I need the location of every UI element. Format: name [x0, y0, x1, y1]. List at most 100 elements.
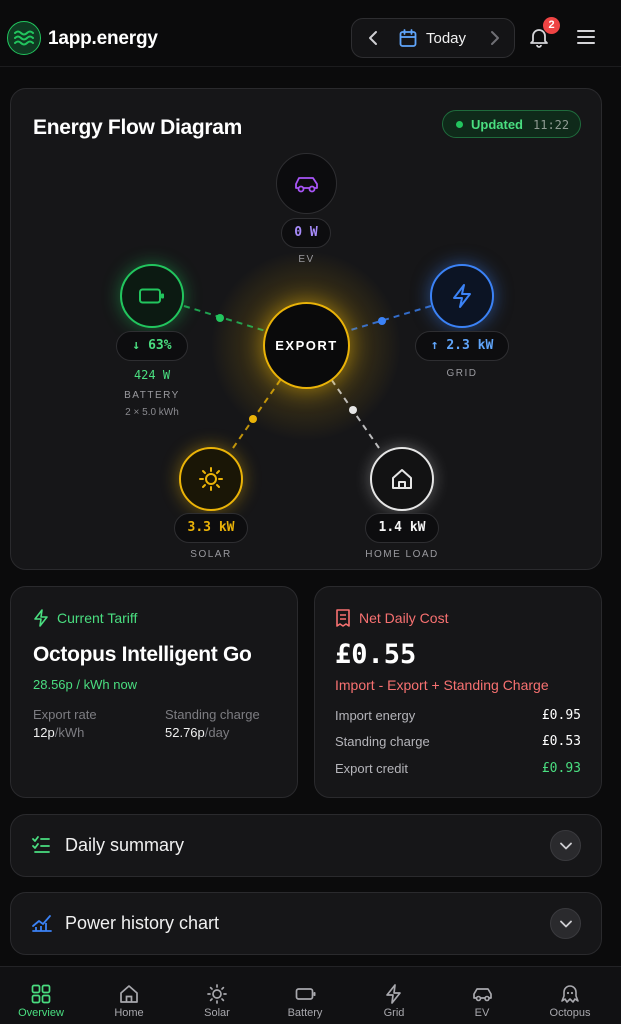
bottom-nav: Overview Home Solar Battery Grid EV Octo… [0, 966, 621, 1024]
export-rate-number: 12p [33, 725, 55, 740]
date-label[interactable]: Today [426, 30, 466, 47]
cost-row-label: Standing charge [335, 734, 430, 749]
grid-power: 2.3 kW [446, 338, 494, 353]
solar-caption: SOLAR [190, 549, 232, 560]
cost-row-value: £0.93 [541, 761, 581, 776]
cost-heading-row: Net Daily Cost [335, 609, 448, 627]
tariff-rate-now: 28.56p / kWh now [33, 677, 138, 692]
net-cost-total: £0.55 [335, 639, 417, 670]
checklist-icon [32, 836, 50, 853]
house-icon [120, 985, 138, 1003]
net-daily-cost-card: Net Daily Cost £0.55 Import - Export + S… [314, 586, 602, 798]
nav-label: Battery [287, 1007, 323, 1019]
standing-charge-value: 52.76p/day [165, 725, 229, 740]
cost-formula: Import - Export + Standing Charge [335, 677, 549, 693]
cost-heading: Net Daily Cost [359, 610, 449, 626]
nav-solar[interactable]: Solar [173, 967, 261, 1024]
expand-button[interactable] [550, 908, 581, 939]
nav-label: Grid [383, 1007, 405, 1019]
battery-caption: BATTERY [124, 390, 180, 401]
standing-charge-label: Standing charge [165, 707, 260, 722]
home-caption: HOME LOAD [365, 549, 439, 560]
nav-overview[interactable]: Overview [0, 967, 85, 1024]
lightning-icon [34, 609, 48, 627]
lightning-icon [453, 284, 471, 308]
car-icon [294, 176, 318, 192]
octopus-icon [561, 985, 579, 1003]
nav-grid[interactable]: Grid [350, 967, 438, 1024]
nav-label: Solar [204, 1007, 230, 1019]
daily-summary-title: Daily summary [65, 835, 185, 855]
brand-name: 1app.energy [48, 28, 158, 49]
receipt-icon [336, 609, 350, 627]
tariff-heading: Current Tariff [57, 610, 138, 626]
notification-badge: 2 [543, 17, 560, 34]
nav-label: Home [114, 1007, 144, 1019]
current-tariff-card: Current Tariff Octopus Intelligent Go 28… [10, 586, 298, 798]
cost-row-standing: Standing charge £0.53 [335, 734, 581, 749]
power-history-title: Power history chart [65, 913, 220, 933]
solar-flow-dot [249, 415, 257, 423]
standing-charge-unit: /day [204, 725, 230, 740]
battery-soc-pill: ↓ 63% [116, 331, 188, 361]
nav-ev[interactable]: EV [438, 967, 526, 1024]
tariff-name: Octopus Intelligent Go [33, 643, 252, 666]
grid-flow-dot [378, 317, 386, 325]
sun-icon [199, 467, 223, 491]
ev-power-pill: 0 W [281, 218, 331, 248]
nav-battery[interactable]: Battery [261, 967, 349, 1024]
waves-logo-icon [14, 30, 34, 46]
house-icon [392, 469, 412, 489]
chevron-left-icon[interactable] [366, 29, 382, 47]
battery-node[interactable] [120, 264, 184, 328]
export-rate-unit: /kWh [54, 725, 85, 740]
cost-row-label: Export credit [335, 761, 408, 776]
expand-button[interactable] [550, 830, 581, 861]
grid-power-pill: ↑ 2.3 kW [415, 331, 509, 361]
export-rate-value: 12p/kWh [33, 725, 84, 740]
solar-power-pill: 3.3 kW [174, 513, 248, 543]
battery-icon [139, 288, 164, 304]
battery-capacity: 2 × 5.0 kWh [125, 407, 179, 418]
nav-label: Octopus [549, 1007, 591, 1019]
bar-chart-icon [32, 915, 52, 932]
home-flow-dot [349, 406, 357, 414]
chevron-down-icon [559, 842, 572, 849]
daily-summary-accordion[interactable]: Daily summary [10, 814, 602, 877]
lightning-icon [386, 984, 401, 1004]
top-bar: 1app.energy Today 2 [0, 0, 621, 67]
nav-octopus[interactable]: Octopus [526, 967, 614, 1024]
export-center-node[interactable]: EXPORT [263, 302, 350, 389]
app-logo[interactable] [7, 21, 41, 55]
grid-node[interactable] [430, 264, 494, 328]
battery-flow-dot [216, 314, 224, 322]
nav-home[interactable]: Home [85, 967, 173, 1024]
power-history-accordion[interactable]: Power history chart [10, 892, 602, 955]
nav-label: Overview [18, 1007, 64, 1019]
chevron-right-icon[interactable] [486, 29, 502, 47]
nav-label: EV [474, 1007, 490, 1019]
calendar-icon [399, 29, 417, 47]
cost-row-export: Export credit £0.93 [335, 761, 581, 776]
sun-icon [207, 984, 227, 1004]
arrow-down-icon: ↓ [132, 338, 141, 353]
cost-row-value: £0.95 [541, 708, 581, 723]
grid-layout-icon [31, 984, 51, 1004]
ev-caption: EV [298, 254, 315, 265]
battery-icon [295, 988, 316, 1000]
date-selector: Today [351, 18, 515, 58]
cost-row-import: Import energy £0.95 [335, 708, 581, 723]
chevron-down-icon [559, 920, 572, 927]
battery-power: 424 W [133, 368, 171, 382]
solar-node[interactable] [179, 447, 243, 511]
home-node[interactable] [370, 447, 434, 511]
home-power-pill: 1.4 kW [365, 513, 439, 543]
arrow-up-icon: ↑ [430, 338, 439, 353]
grid-caption: GRID [446, 368, 478, 379]
ev-node[interactable] [276, 153, 337, 214]
energy-flow-card: Energy Flow Diagram Updated 11:22 0 W EV… [10, 88, 602, 570]
tariff-heading-row: Current Tariff [33, 609, 137, 627]
hamburger-menu-icon[interactable] [576, 28, 596, 46]
cost-row-value: £0.53 [541, 734, 581, 749]
car-icon [473, 988, 492, 1002]
